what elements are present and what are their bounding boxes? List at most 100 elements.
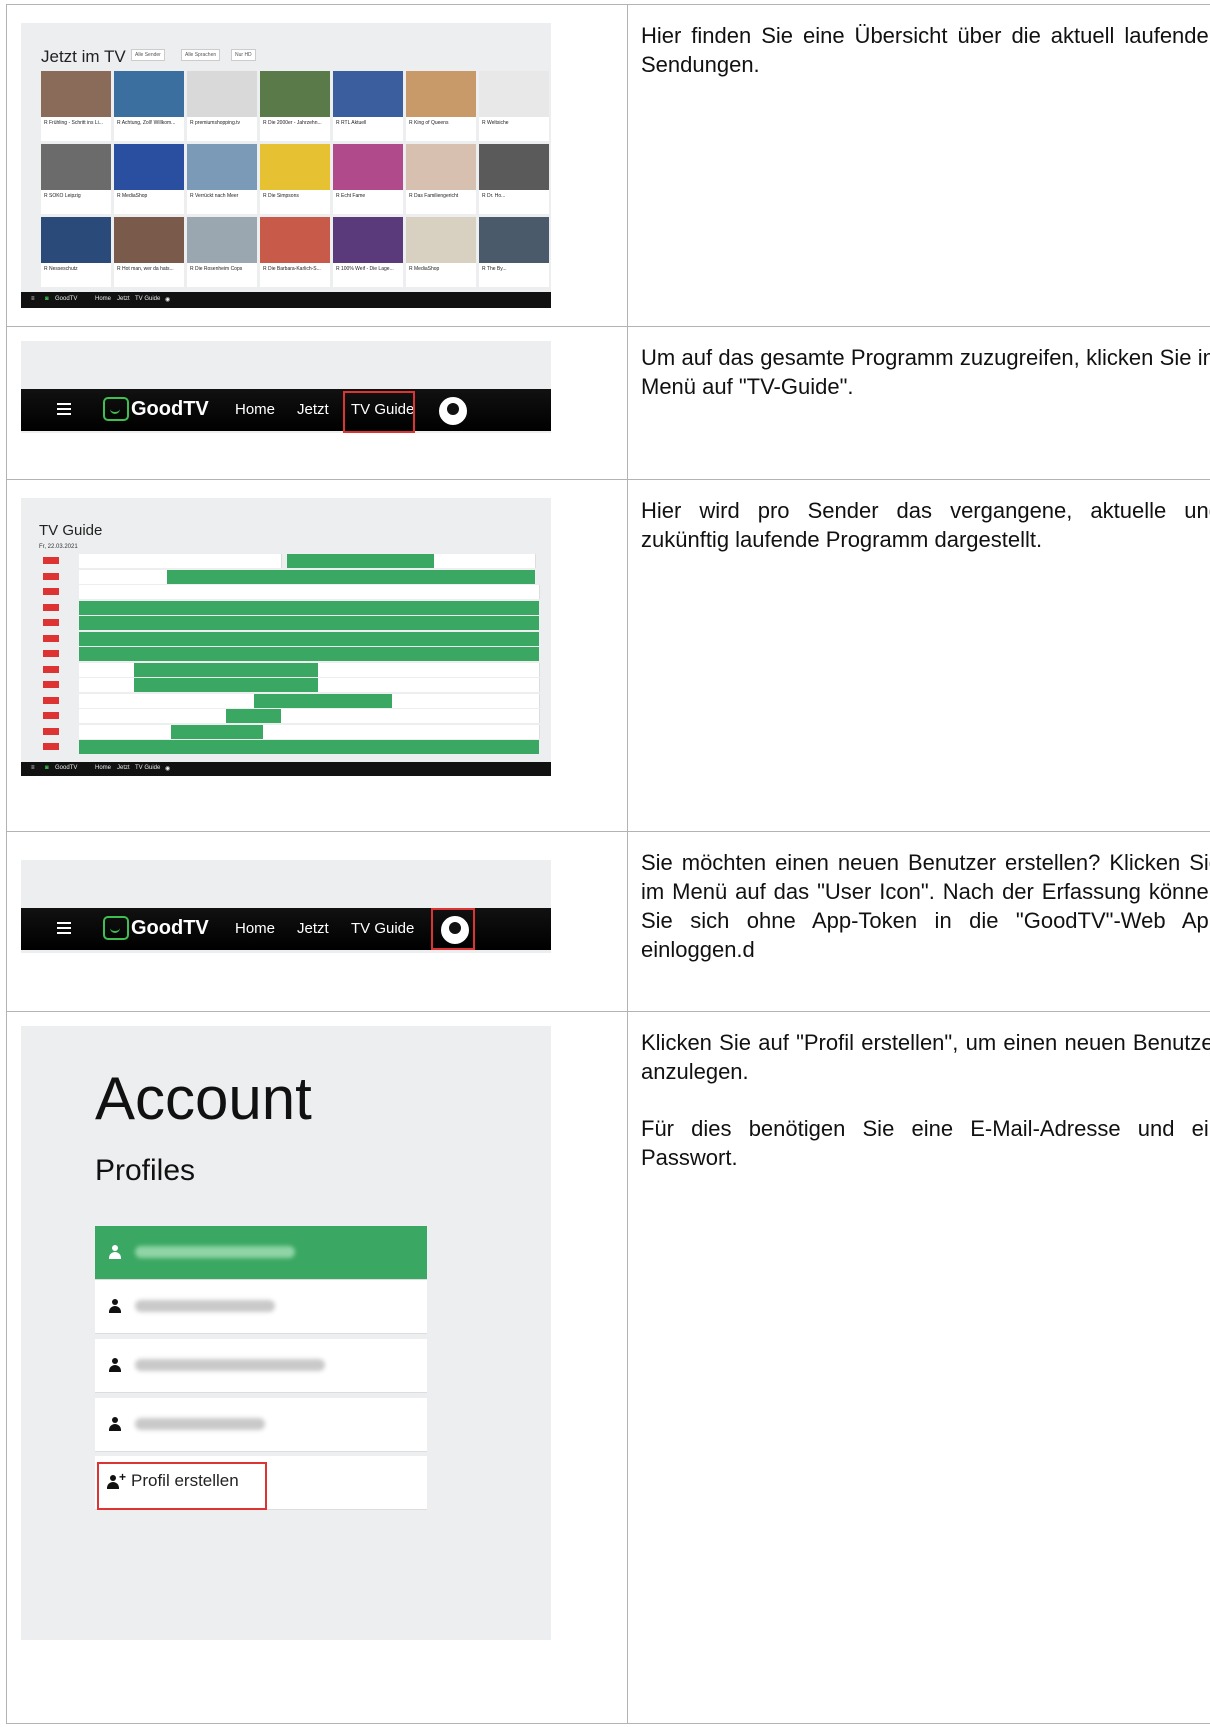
instruction-text-cell: Sie möchten einen neuen Benutzer erstell… xyxy=(627,831,1210,1012)
program-title: R Achtung, Zoll! Willkom... xyxy=(117,120,176,126)
user-icon xyxy=(109,1299,121,1313)
program-block[interactable] xyxy=(79,569,169,584)
program-card[interactable]: R Die 2000er - Jahrzehn... xyxy=(260,71,330,141)
table-row: GoodTV Home Jetzt TV Guide Sie möchten e… xyxy=(6,831,1210,1012)
program-block[interactable] xyxy=(281,709,540,723)
program-card[interactable]: R Echt Fame xyxy=(333,144,403,214)
profile-item[interactable] xyxy=(95,1226,427,1280)
program-card[interactable]: R Frühling - Schritt ins Li... xyxy=(41,71,111,141)
program-card[interactable]: R Hot man, wer da hats... xyxy=(114,217,184,287)
program-thumbnail xyxy=(406,217,476,263)
program-block[interactable] xyxy=(434,554,537,568)
nav-home: Home xyxy=(95,296,112,302)
program-title: R Frühling - Schritt ins Li... xyxy=(44,120,103,126)
program-thumbnail xyxy=(333,71,403,117)
instruction-text: Um auf das gesamte Programm zuzugreifen,… xyxy=(641,345,1210,399)
program-title: R 100% Weif - Die Lage... xyxy=(336,266,394,272)
nav-home[interactable]: Home xyxy=(235,401,275,418)
nav-home[interactable]: Home xyxy=(235,920,275,937)
program-block[interactable] xyxy=(79,740,539,754)
program-card[interactable]: R Achtung, Zoll! Willkom... xyxy=(114,71,184,141)
program-block[interactable] xyxy=(226,709,282,723)
program-block[interactable] xyxy=(79,709,228,723)
screenshot-cell: Account Profiles + Profil erstellen xyxy=(6,1011,628,1724)
program-block[interactable] xyxy=(79,724,172,739)
program-block[interactable] xyxy=(134,554,228,568)
user-icon[interactable] xyxy=(439,397,467,425)
program-card[interactable]: R Weltsiche xyxy=(479,71,549,141)
program-block[interactable] xyxy=(253,693,392,708)
program-card[interactable]: R Die Rosenheim Cops xyxy=(187,217,257,287)
navbar-screenshot: GoodTV Home Jetzt TV Guide xyxy=(21,341,551,433)
program-block[interactable] xyxy=(79,554,136,568)
program-card[interactable]: R King of Queens xyxy=(406,71,476,141)
channel-logo xyxy=(43,619,59,626)
program-block[interactable] xyxy=(79,647,539,661)
program-title: R Die Rosenheim Cops xyxy=(190,266,243,272)
program-thumbnail xyxy=(114,71,184,117)
guide-channel-row xyxy=(39,740,539,755)
guide-channel-row xyxy=(39,662,540,678)
screenshot-cell: Jetzt im TV Alle Sender Alle Sprachen Nu… xyxy=(6,4,628,327)
program-block[interactable] xyxy=(318,662,540,677)
program-card[interactable]: R RTL Aktuell xyxy=(333,71,403,141)
program-card[interactable]: R SOKO Leipzig xyxy=(41,144,111,214)
program-card[interactable]: R premiumshopping.tv xyxy=(187,71,257,141)
menu-icon[interactable] xyxy=(57,922,71,934)
program-block[interactable] xyxy=(79,678,136,692)
program-card[interactable]: R Das Familiengericht xyxy=(406,144,476,214)
program-block[interactable] xyxy=(79,662,136,677)
program-block[interactable] xyxy=(167,569,536,584)
program-title: R MediaShop xyxy=(117,193,148,199)
profile-item[interactable] xyxy=(95,1398,427,1452)
nav-tvguide: TV Guide xyxy=(135,296,161,302)
program-card[interactable]: R Dr. Ho... xyxy=(479,144,549,214)
program-thumbnail xyxy=(41,144,111,190)
channel-logo xyxy=(43,681,59,688)
program-block[interactable] xyxy=(345,585,540,599)
program-block[interactable] xyxy=(318,678,540,692)
page-title: Jetzt im TV xyxy=(41,47,126,66)
nav-bar-mini: ≡ ◙ GoodTV Home Jetzt TV Guide ◉ xyxy=(21,762,551,776)
program-block[interactable] xyxy=(152,585,264,599)
profile-item[interactable] xyxy=(95,1280,427,1334)
program-block[interactable] xyxy=(134,678,319,692)
program-card[interactable]: R Nesseschutz xyxy=(41,217,111,287)
program-block[interactable] xyxy=(79,693,255,708)
program-block[interactable] xyxy=(391,693,540,708)
program-block[interactable] xyxy=(79,600,539,615)
screenshot-cell: TV Guide Fr, 22.03.2021 ≡ ◙ GoodTV Home … xyxy=(6,479,628,832)
program-block[interactable] xyxy=(79,585,154,599)
filter-chip: Alle Sprachen xyxy=(181,49,221,61)
program-block[interactable] xyxy=(134,662,319,677)
tv-logo-icon xyxy=(103,397,129,421)
nav-jetzt[interactable]: Jetzt xyxy=(297,920,329,937)
program-block[interactable] xyxy=(226,554,283,568)
nav-jetzt: Jetzt xyxy=(117,296,130,302)
program-card[interactable]: R Verrückt nach Meer xyxy=(187,144,257,214)
program-block[interactable] xyxy=(79,631,539,646)
instruction-text: Für dies benötigen Sie eine E-Mail-Adres… xyxy=(641,1116,1210,1170)
program-card[interactable]: R Die Barbara-Karlich-S... xyxy=(260,217,330,287)
channel-logo xyxy=(43,696,59,704)
profile-item[interactable] xyxy=(95,1339,427,1393)
highlight-box xyxy=(97,1462,267,1510)
user-icon: ◉ xyxy=(165,766,171,772)
nav-jetzt[interactable]: Jetzt xyxy=(297,401,329,418)
program-block[interactable] xyxy=(79,616,539,630)
menu-icon[interactable] xyxy=(57,403,71,415)
nav-bar: GoodTV Home Jetzt TV Guide xyxy=(21,389,551,433)
program-card[interactable]: R The By... xyxy=(479,217,549,287)
nav-tvguide[interactable]: TV Guide xyxy=(351,920,414,937)
program-block[interactable] xyxy=(263,585,347,599)
program-block[interactable] xyxy=(286,554,435,568)
program-thumbnail xyxy=(406,71,476,117)
table-row: Jetzt im TV Alle Sender Alle Sprachen Nu… xyxy=(6,4,1210,327)
program-card[interactable]: R Die Simpsons xyxy=(260,144,330,214)
program-block[interactable] xyxy=(171,724,263,739)
program-block[interactable] xyxy=(263,724,540,739)
program-card[interactable]: R MediaShop xyxy=(114,144,184,214)
program-title: R Echt Fame xyxy=(336,193,366,199)
program-card[interactable]: R MediaShop xyxy=(406,217,476,287)
program-card[interactable]: R 100% Weif - Die Lage... xyxy=(333,217,403,287)
